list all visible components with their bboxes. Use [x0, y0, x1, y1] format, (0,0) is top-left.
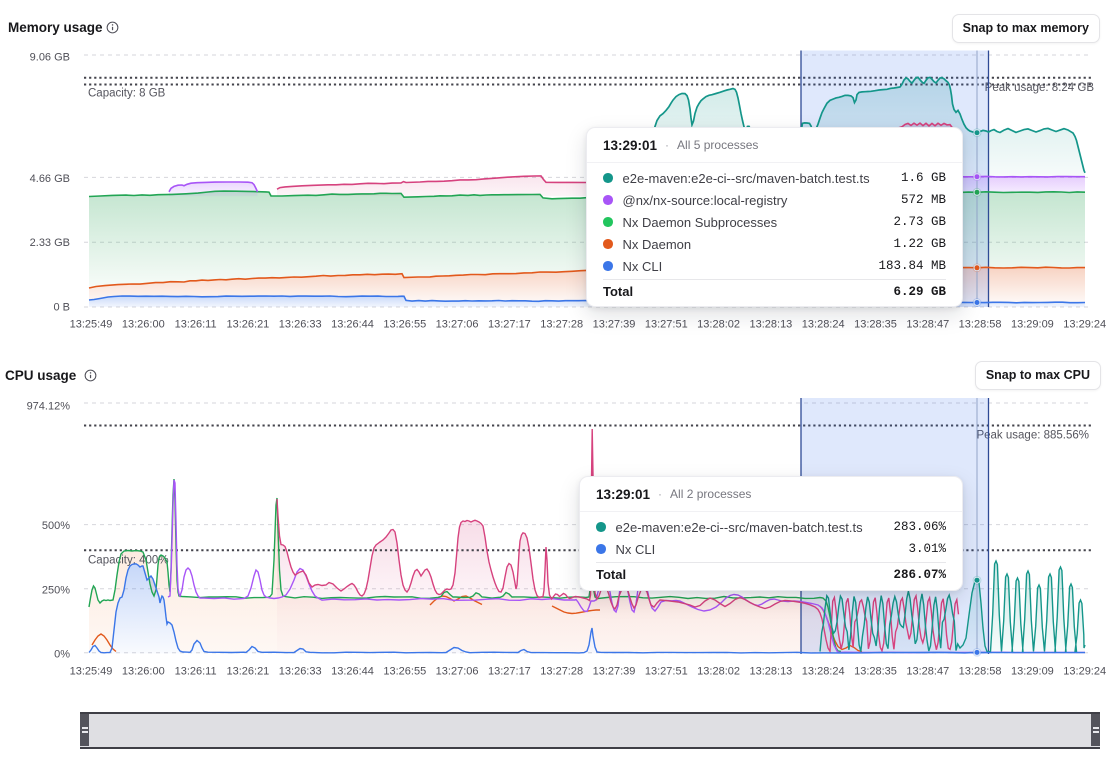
svg-text:13:28:35: 13:28:35	[854, 319, 897, 331]
svg-text:13:25:49: 13:25:49	[70, 666, 113, 678]
svg-text:4.66 GB: 4.66 GB	[30, 173, 70, 185]
svg-text:13:25:49: 13:25:49	[70, 319, 113, 331]
svg-text:13:28:02: 13:28:02	[697, 319, 740, 331]
svg-text:13:28:35: 13:28:35	[854, 666, 897, 678]
svg-text:13:27:28: 13:27:28	[540, 319, 583, 331]
svg-text:13:28:24: 13:28:24	[802, 666, 845, 678]
svg-text:13:26:11: 13:26:11	[175, 319, 217, 331]
svg-text:13:26:33: 13:26:33	[279, 319, 322, 331]
svg-text:13:26:00: 13:26:00	[122, 666, 165, 678]
svg-text:13:29:09: 13:29:09	[1011, 319, 1054, 331]
svg-text:13:28:02: 13:28:02	[697, 666, 740, 678]
svg-text:13:26:21: 13:26:21	[226, 666, 269, 678]
svg-text:13:27:39: 13:27:39	[593, 666, 636, 678]
svg-text:13:26:55: 13:26:55	[383, 666, 426, 678]
svg-text:13:27:17: 13:27:17	[488, 666, 531, 678]
svg-text:Capacity: 8 GB: Capacity: 8 GB	[88, 88, 166, 100]
svg-text:0 B: 0 B	[53, 302, 70, 314]
svg-text:13:28:24: 13:28:24	[802, 319, 845, 331]
svg-text:13:28:47: 13:28:47	[906, 319, 949, 331]
svg-text:13:26:33: 13:26:33	[279, 666, 322, 678]
svg-text:2.33 GB: 2.33 GB	[30, 237, 70, 249]
svg-text:13:28:47: 13:28:47	[906, 666, 949, 678]
svg-text:13:28:58: 13:28:58	[959, 319, 1002, 331]
svg-text:13:28:58: 13:28:58	[959, 666, 1002, 678]
svg-text:Capacity: 400%: Capacity: 400%	[88, 555, 169, 567]
svg-text:Peak usage: 8.24 GB: Peak usage: 8.24 GB	[985, 82, 1095, 94]
svg-text:0%: 0%	[54, 649, 70, 661]
svg-text:13:27:51: 13:27:51	[645, 319, 688, 331]
svg-text:13:29:24: 13:29:24	[1063, 319, 1106, 331]
svg-text:13:27:17: 13:27:17	[488, 319, 531, 331]
svg-text:13:27:39: 13:27:39	[593, 319, 636, 331]
svg-text:250%: 250%	[42, 585, 70, 597]
svg-text:9.06 GB: 9.06 GB	[30, 52, 70, 64]
svg-text:13:27:06: 13:27:06	[436, 319, 479, 331]
svg-text:13:29:24: 13:29:24	[1063, 666, 1106, 678]
svg-text:13:27:51: 13:27:51	[645, 666, 688, 678]
svg-text:13:26:00: 13:26:00	[122, 319, 165, 331]
svg-text:13:26:55: 13:26:55	[383, 319, 426, 331]
svg-text:13:29:09: 13:29:09	[1011, 666, 1054, 678]
svg-text:500%: 500%	[42, 520, 70, 532]
svg-text:13:26:21: 13:26:21	[226, 319, 269, 331]
svg-text:13:26:44: 13:26:44	[331, 666, 374, 678]
svg-text:13:26:11: 13:26:11	[175, 666, 217, 678]
svg-text:13:28:13: 13:28:13	[749, 666, 792, 678]
svg-text:13:27:28: 13:27:28	[540, 666, 583, 678]
svg-text:Peak usage: 885.56%: Peak usage: 885.56%	[976, 430, 1089, 442]
svg-text:974.12%: 974.12%	[27, 401, 71, 413]
svg-text:13:28:13: 13:28:13	[749, 319, 792, 331]
svg-text:13:27:06: 13:27:06	[436, 666, 479, 678]
svg-text:13:26:44: 13:26:44	[331, 319, 374, 331]
